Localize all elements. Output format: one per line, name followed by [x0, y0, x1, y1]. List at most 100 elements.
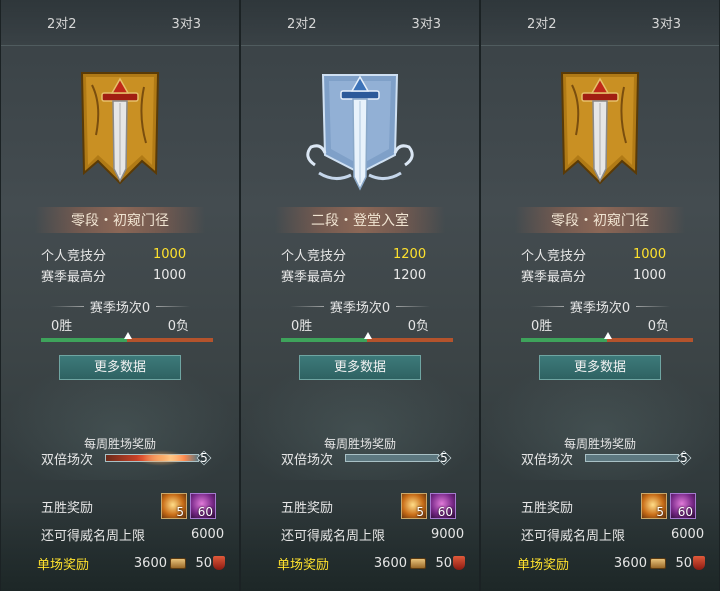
five-win-label: 五胜奖励	[521, 500, 574, 516]
win-loss-bar	[281, 332, 453, 342]
personal-score-value: 1000	[633, 247, 667, 262]
item-count: 5	[176, 505, 184, 519]
losses-bar-segment	[607, 338, 693, 342]
season-matches-label: 赛季场次0	[329, 300, 391, 316]
personal-score-label: 个人竞技分	[41, 249, 107, 264]
purple-token-item-icon[interactable]: 60	[190, 493, 216, 519]
season-high-label: 赛季最高分	[41, 270, 107, 285]
five-win-reward-row: 五胜奖励 5 60	[241, 492, 479, 520]
coin-icon	[170, 557, 186, 569]
personal-score-value: 1200	[393, 247, 427, 262]
more-data-button[interactable]: 更多数据	[299, 355, 421, 380]
item-count: 60	[197, 505, 213, 519]
tab-3v3[interactable]: 3对3	[171, 13, 201, 32]
season-high-row: 赛季最高分 1200	[241, 265, 479, 286]
more-data-button[interactable]: 更多数据	[59, 355, 181, 380]
rank-title: 零段・初窥门径	[515, 207, 685, 233]
weekly-cap-value: 6000	[191, 526, 225, 542]
shield-icon	[453, 556, 465, 570]
personal-score-row: 个人竞技分 1000	[1, 244, 239, 265]
rank-panel-2: 2对2 3对3 二段・登堂入室 个人竞技分 1200 赛季最高分 1200 赛季…	[240, 0, 480, 591]
shield-reward-value: 50	[675, 555, 692, 571]
purple-token-item-icon[interactable]: 60	[430, 493, 456, 519]
gold-sword-banner-icon	[560, 71, 640, 184]
ratio-marker-icon	[604, 332, 612, 339]
five-win-label: 五胜奖励	[281, 500, 334, 516]
gold-chest-item-icon[interactable]: 5	[401, 493, 427, 519]
ratio-marker-icon	[124, 332, 132, 339]
losses-bar-segment	[367, 338, 453, 342]
personal-score-label: 个人竞技分	[521, 249, 587, 264]
weekly-cap-value: 9000	[431, 526, 465, 542]
double-matches-count: 5	[680, 451, 688, 465]
wins-bar-segment	[281, 338, 367, 342]
double-matches-label: 双倍场次	[41, 452, 94, 468]
losses-label: 0负	[167, 318, 189, 334]
shield-reward-value: 50	[435, 555, 452, 571]
personal-score-row: 个人竞技分 1000	[481, 244, 719, 265]
tab-2v2[interactable]: 2对2	[287, 13, 317, 32]
personal-score-value: 1000	[153, 247, 187, 262]
coin-reward-value: 3600	[133, 555, 167, 571]
ornament-left	[49, 305, 84, 307]
weekly-reward-title: 每周胜场奖励	[83, 437, 156, 451]
season-high-row: 赛季最高分 1000	[1, 265, 239, 286]
season-matches-label: 赛季场次0	[89, 300, 151, 316]
ornament-right	[636, 305, 671, 307]
mode-tabs: 2对2 3对3	[481, 0, 719, 46]
win-loss-row: 0胜 0负	[241, 315, 479, 334]
rank-emblem	[1, 52, 239, 207]
tab-3v3[interactable]: 3对3	[411, 13, 441, 32]
purple-token-item-icon[interactable]: 60	[670, 493, 696, 519]
season-high-value: 1000	[633, 268, 667, 283]
double-matches-bar	[345, 454, 439, 462]
double-matches-glow	[136, 450, 186, 466]
double-matches-row: 双倍场次 5	[241, 449, 479, 468]
double-matches-label: 双倍场次	[521, 452, 574, 468]
win-loss-bar	[521, 332, 693, 342]
double-matches-count: 5	[200, 451, 208, 465]
tab-2v2[interactable]: 2对2	[47, 13, 77, 32]
double-matches-bar	[105, 450, 199, 466]
tab-3v3[interactable]: 3对3	[651, 13, 681, 32]
season-matches-header: 赛季场次0	[481, 297, 719, 316]
wins-label: 0胜	[51, 318, 73, 334]
season-matches-header: 赛季场次0	[1, 297, 239, 316]
single-match-reward-row: 单场奖励 3600 50	[241, 553, 479, 573]
season-high-label: 赛季最高分	[521, 270, 587, 285]
losses-label: 0负	[647, 318, 669, 334]
wins-bar-segment	[41, 338, 127, 342]
more-data-button[interactable]: 更多数据	[539, 355, 661, 380]
rank-panel-3: 2对2 3对3 零段・初窥门径 个人竞技分 1000 赛季最高分 1000 赛季…	[480, 0, 720, 591]
personal-score-label: 个人竞技分	[281, 249, 347, 264]
mode-tabs: 2对2 3对3	[1, 0, 239, 46]
double-matches-count: 5	[440, 451, 448, 465]
ornament-right	[396, 305, 431, 307]
double-matches-bar	[585, 454, 679, 462]
single-match-reward-row: 单场奖励 3600 50	[1, 553, 239, 573]
rank-emblem	[481, 52, 719, 207]
season-high-value: 1000	[153, 268, 187, 283]
five-win-reward-row: 五胜奖励 5 60	[481, 492, 719, 520]
season-high-value: 1200	[393, 268, 427, 283]
tab-2v2[interactable]: 2对2	[527, 13, 557, 32]
gold-chest-item-icon[interactable]: 5	[641, 493, 667, 519]
single-match-label: 单场奖励	[37, 557, 90, 573]
rank-title: 零段・初窥门径	[35, 207, 205, 233]
rank-panels: 2对2 3对3 零段・初窥门径 个人竞技分 1000 赛季最高分 1000 赛季…	[0, 0, 720, 591]
season-high-label: 赛季最高分	[281, 270, 347, 285]
ratio-marker-icon	[364, 332, 372, 339]
weekly-reward-title: 每周胜场奖励	[323, 437, 396, 451]
item-count: 60	[437, 505, 453, 519]
silver-sword-banner-icon	[306, 73, 414, 191]
double-matches-row: 双倍场次 5	[481, 449, 719, 468]
gold-chest-item-icon[interactable]: 5	[161, 493, 187, 519]
coin-reward-value: 3600	[613, 555, 647, 571]
shield-icon	[693, 556, 705, 570]
losses-bar-segment	[127, 338, 213, 342]
single-match-label: 单场奖励	[517, 557, 570, 573]
weekly-cap-row: 还可得威名周上限 9000	[241, 524, 479, 544]
win-loss-bar	[41, 332, 213, 342]
ornament-left	[289, 305, 324, 307]
weekly-cap-label: 还可得威名周上限	[521, 528, 626, 544]
